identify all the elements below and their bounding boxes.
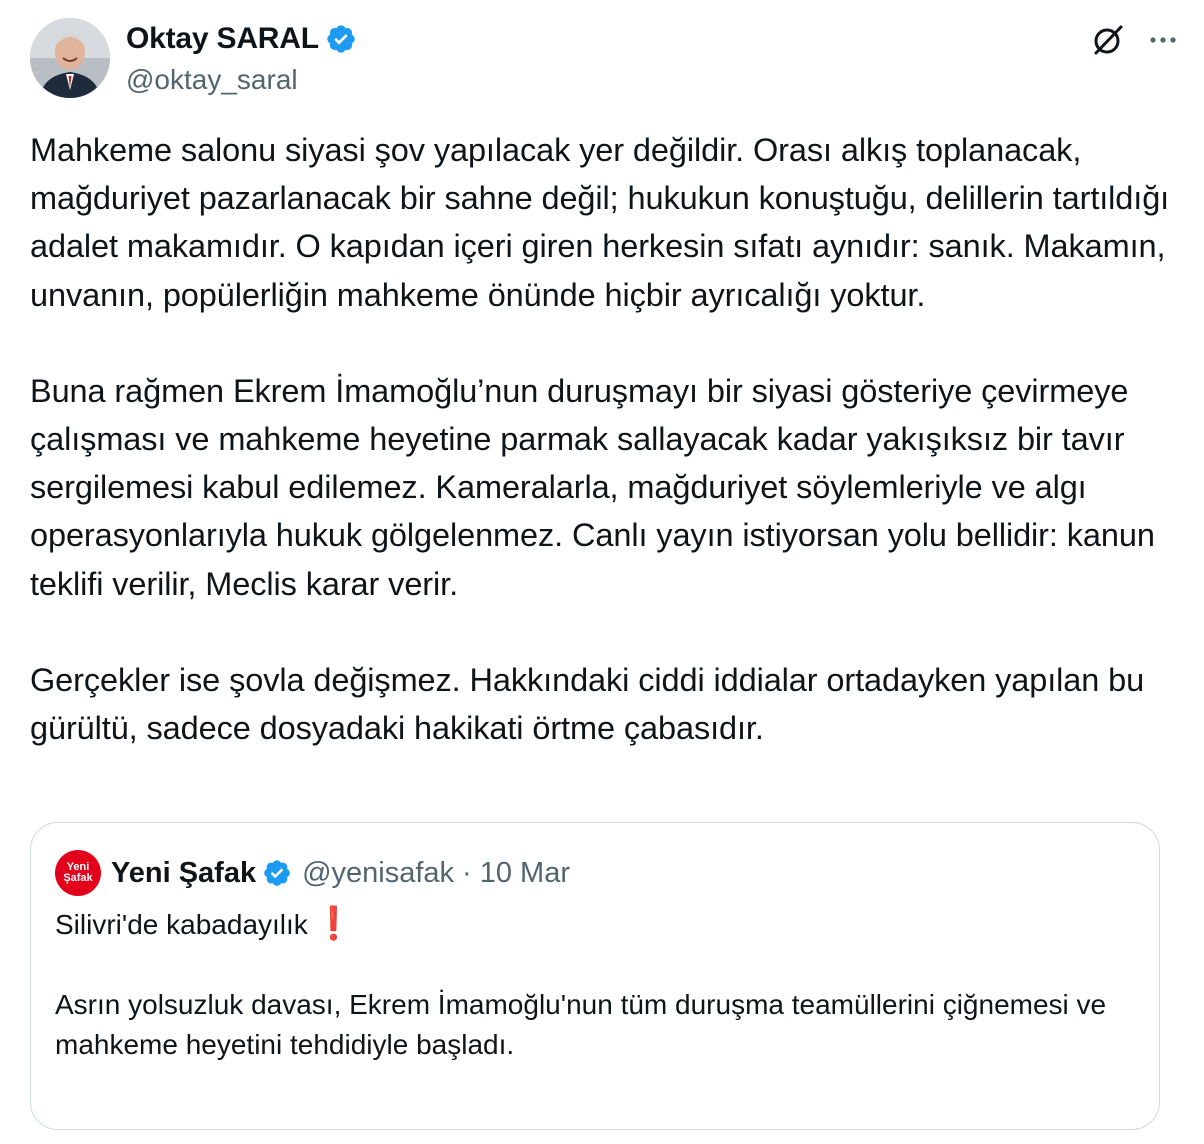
tweet-paragraph: Gerçekler ise şovla değişmez. Hakkındaki…: [30, 661, 1145, 747]
quoted-tweet-date[interactable]: 10 Mar: [480, 857, 570, 890]
tweet-paragraph: Mahkeme salonu siyasi şov yapılacak yer …: [30, 132, 1170, 313]
tweet-paragraph: Buna rağmen Ekrem İmamoğlu’nun duruşmayı…: [30, 372, 1155, 602]
tweet-card: Oktay SARAL @oktay_saral Mahkeme salonu …: [0, 0, 1204, 1144]
quoted-tweet-text: Silivri'de kabadayılık ❗ Asrın yolsuzluk …: [55, 903, 1135, 1065]
quoted-author-handle[interactable]: @yenisafak: [302, 857, 454, 890]
tweet-header: Oktay SARAL @oktay_saral: [30, 16, 1180, 104]
exclamation-icon: ❗: [313, 905, 354, 941]
quoted-tweet-line: Silivri'de kabadayılık ❗: [55, 903, 1135, 945]
quoted-tweet-body: Asrın yolsuzluk davası, Ekrem İmamoğlu'n…: [55, 989, 1107, 1060]
author-avatar[interactable]: [30, 18, 110, 98]
author-name-block: Oktay SARAL @oktay_saral: [126, 20, 357, 96]
separator-dot: ·: [462, 856, 472, 889]
logo-text-line2: Şafak: [63, 872, 93, 884]
quoted-author-avatar[interactable]: Yeni Şafak: [55, 850, 101, 896]
more-options-icon[interactable]: [1146, 23, 1180, 57]
verified-badge-icon[interactable]: [325, 23, 357, 55]
quoted-author-name[interactable]: Yeni Şafak: [111, 857, 256, 890]
grok-icon[interactable]: [1090, 22, 1126, 58]
quoted-tweet-header: Yeni Şafak Yeni Şafak @yenisafak · 10 Ma…: [55, 850, 570, 896]
author-display-name[interactable]: Oktay SARAL: [126, 22, 319, 56]
quoted-tweet-title: Silivri'de kabadayılık: [55, 909, 308, 940]
header-actions: [1090, 22, 1180, 58]
quoted-tweet[interactable]: Yeni Şafak Yeni Şafak @yenisafak · 10 Ma…: [30, 822, 1160, 1130]
author-handle[interactable]: @oktay_saral: [126, 64, 357, 96]
verified-badge-icon[interactable]: [262, 858, 292, 888]
avatar-image: [30, 18, 110, 98]
tweet-text: Mahkeme salonu siyasi şov yapılacak yer …: [30, 126, 1180, 752]
display-name-row: Oktay SARAL: [126, 20, 357, 58]
